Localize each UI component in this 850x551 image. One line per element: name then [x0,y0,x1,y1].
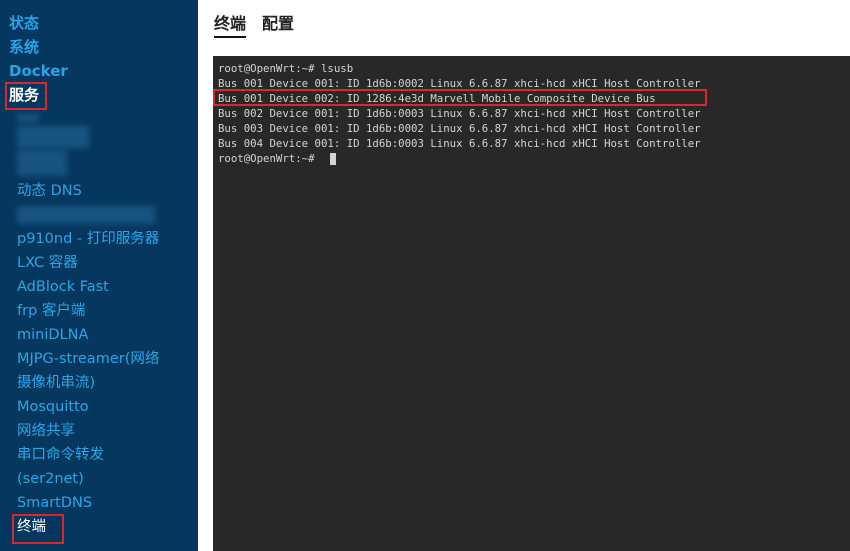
sidebar-item-ser2net[interactable]: 串口命令转发 [17,446,104,464]
terminal-line: Bus 002 Device 001: ID 1d6b:0003 Linux 6… [218,107,701,120]
sidebar-item-frp[interactable]: frp 客户端 [17,302,85,320]
sidebar-item-ddns[interactable]: 动态 DNS [17,182,82,200]
terminal-prompt: root@OpenWrt:~# [218,152,321,165]
sidebar-item-ser2net-cont[interactable]: (ser2net) [17,470,84,488]
terminal-window[interactable]: root@OpenWrt:~# lsusb Bus 001 Device 001… [213,56,850,551]
sidebar-item-mjpg-streamer[interactable]: MJPG-streamer(网络 [17,350,159,368]
terminal-line: root@OpenWrt:~# lsusb [218,62,354,75]
sidebar-item-network-share[interactable]: 网络共享 [17,422,75,440]
active-tab-indicator [214,36,246,38]
sidebar-item-p910nd[interactable]: p910nd - 打印服务器 [17,230,159,248]
tab-config[interactable]: 配置 [262,14,294,34]
tab-terminal[interactable]: 终端 [214,14,246,34]
sidebar-item-mosquitto[interactable]: Mosquitto [17,398,89,416]
redacted-area [17,150,67,176]
sidebar: 状态 系统 Docker 服务 动态 DNS p910nd - 打印服务器 LX… [0,0,198,551]
nav-docker[interactable]: Docker [9,62,68,80]
terminal-line: Bus 004 Device 001: ID 1d6b:0003 Linux 6… [218,137,701,150]
highlight-box-terminal [12,514,64,544]
sidebar-item-smartdns[interactable]: SmartDNS [17,494,92,512]
terminal-line: Bus 003 Device 001: ID 1d6b:0002 Linux 6… [218,122,701,135]
highlight-box-services [5,82,47,110]
nav-system[interactable]: 系统 [9,38,39,56]
sidebar-item-minidlna[interactable]: miniDLNA [17,326,88,344]
redacted-area [17,126,89,148]
redacted-area [17,206,155,224]
sidebar-item-adblock-fast[interactable]: AdBlock Fast [17,278,109,296]
terminal-cursor [330,153,336,165]
nav-status[interactable]: 状态 [9,14,39,32]
highlight-box-marvell-device [213,89,707,106]
sidebar-item-lxc[interactable]: LXC 容器 [17,254,78,272]
redacted-area [17,114,39,122]
sidebar-item-mjpg-streamer-cont[interactable]: 摄像机串流) [17,374,95,392]
